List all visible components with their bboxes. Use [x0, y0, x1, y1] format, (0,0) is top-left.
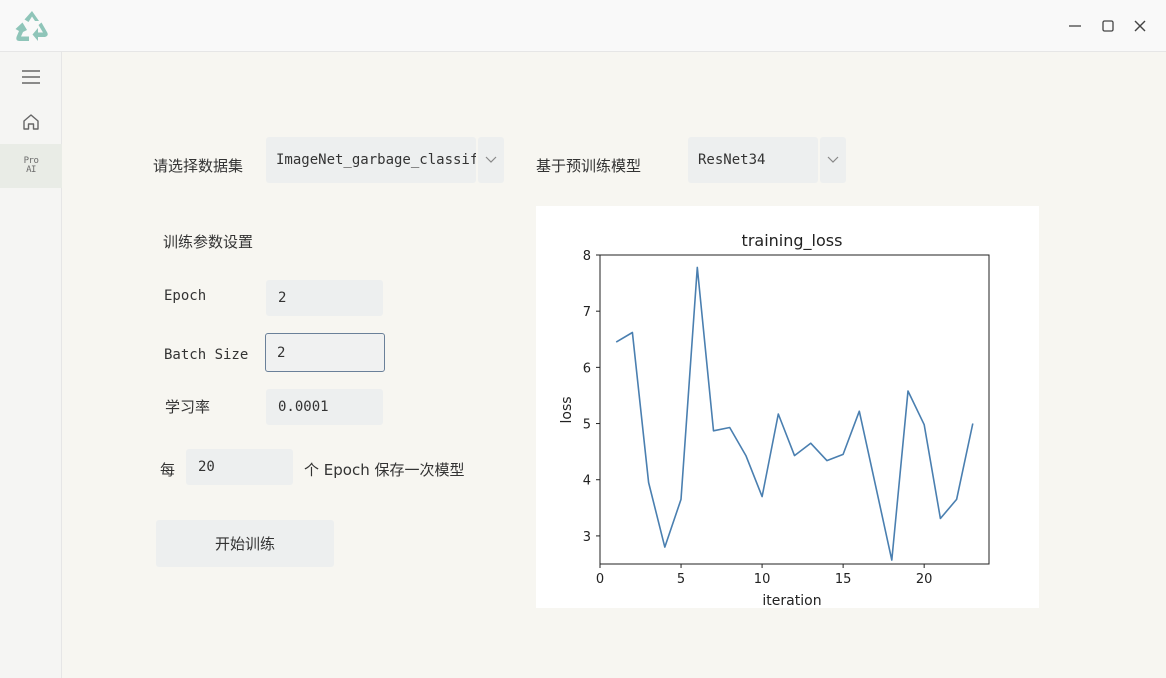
model-label: 基于预训练模型 [536, 157, 642, 175]
x-tick-label: 20 [916, 572, 933, 587]
plot-frame [599, 254, 990, 565]
model-combobox[interactable]: ResNet34 [688, 137, 846, 183]
start-training-button[interactable]: 开始训练 [156, 520, 334, 567]
close-icon [1134, 20, 1146, 32]
x-tick-label: 5 [677, 572, 685, 587]
y-tick-label: 7 [583, 305, 591, 320]
save-prefix-label: 每 [160, 461, 176, 479]
home-icon [23, 114, 39, 130]
batch-size-input[interactable] [265, 333, 385, 372]
close-button[interactable] [1125, 11, 1155, 41]
epoch-input[interactable] [266, 280, 383, 316]
pro-ai-line2: AI [26, 165, 36, 175]
y-tick-label: 8 [583, 249, 591, 264]
active-indicator [0, 152, 3, 180]
recycle-icon [15, 11, 48, 41]
sidebar-item-home[interactable] [0, 100, 62, 144]
chart-svg: training_loss 345678 0 5 10 15 20 iteration … [559, 231, 990, 608]
maximize-button[interactable] [1093, 11, 1123, 41]
hamburger-icon [22, 70, 40, 84]
y-tick-label: 3 [583, 530, 591, 545]
epoch-label: Epoch [164, 288, 207, 304]
series-line-loss [615, 266, 974, 561]
save-interval-input[interactable] [186, 449, 293, 485]
chevron-down-icon [827, 156, 839, 163]
learning-rate-input[interactable] [266, 389, 383, 425]
dataset-dropdown-button[interactable] [478, 137, 504, 183]
sidebar-item-pro-ai[interactable]: Pro AI [0, 144, 62, 188]
learning-rate-label: 学习率 [165, 398, 211, 416]
maximize-icon [1102, 20, 1114, 32]
sidebar-item-menu[interactable] [0, 55, 62, 99]
dataset-combobox[interactable]: ImageNet_garbage_classif: [266, 137, 504, 183]
model-value[interactable]: ResNet34 [688, 137, 818, 183]
params-title: 训练参数设置 [163, 233, 254, 251]
dataset-value[interactable]: ImageNet_garbage_classif: [266, 137, 476, 183]
y-axis-label: loss [559, 396, 575, 423]
model-dropdown-button[interactable] [820, 137, 846, 183]
save-suffix-label: 个 Epoch 保存一次模型 [304, 461, 465, 479]
dataset-label: 请选择数据集 [153, 157, 244, 175]
sidebar: Pro AI [0, 52, 62, 678]
chart-title: training_loss [742, 231, 843, 251]
minimize-button[interactable] [1060, 11, 1090, 41]
y-axis: 3 4 5 6 7 8 [583, 249, 600, 545]
chevron-down-icon [485, 156, 497, 163]
x-axis: 0 5 10 15 20 [596, 564, 933, 587]
x-tick-label: 10 [754, 572, 771, 587]
y-tick-label: 4 [583, 474, 591, 489]
x-tick-label: 15 [835, 572, 852, 587]
training-loss-chart: training_loss 345678 0 5 10 15 20 iteration … [536, 206, 1039, 608]
x-tick-label: 0 [596, 572, 604, 587]
y-tick-label: 5 [583, 418, 591, 433]
minimize-icon [1069, 25, 1081, 27]
x-axis-label: iteration [762, 593, 821, 608]
batch-size-label: Batch Size [164, 347, 249, 363]
title-bar [0, 0, 1166, 52]
y-tick-label: 6 [583, 361, 591, 376]
pro-ai-icon: Pro AI [24, 157, 39, 175]
